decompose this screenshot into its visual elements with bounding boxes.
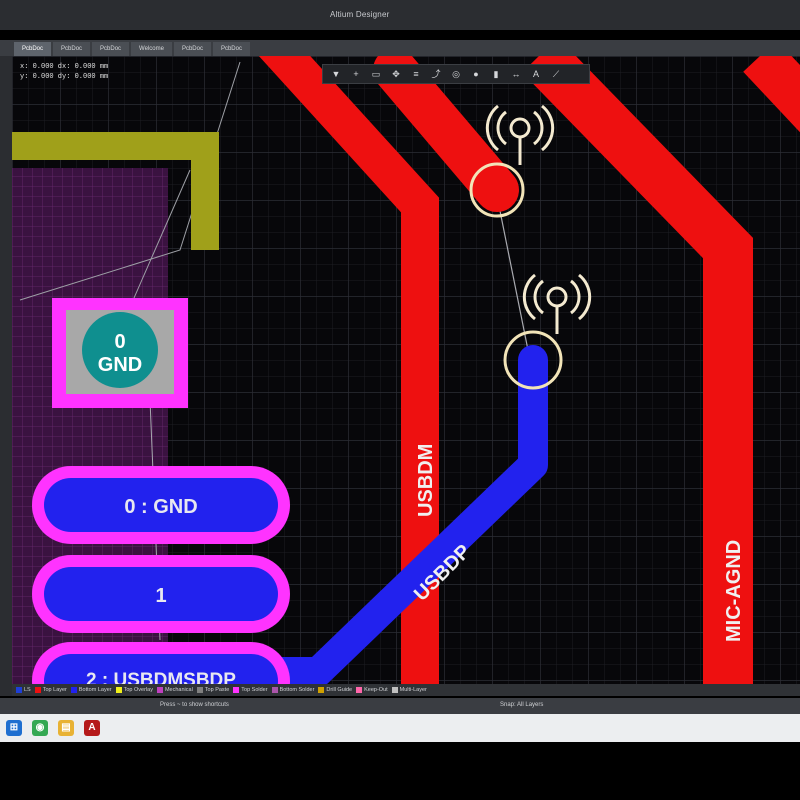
- dimension-icon[interactable]: ↔: [509, 68, 523, 80]
- layer-swatch: [156, 687, 163, 693]
- pcb-editor-screen: Altium Designer PcbDoc PcbDoc PcbDoc Wel…: [0, 0, 800, 800]
- status-text: Press ~ to show shortcuts: [160, 702, 229, 708]
- pad-net-label: GND: [98, 354, 142, 376]
- net-label-mic-agnd: MIC-AGND: [723, 540, 745, 642]
- layer-tab[interactable]: LS: [16, 687, 31, 693]
- route-icon[interactable]: ⤴: [429, 68, 443, 80]
- active-bar-toolbar: ▼ + ▭ ✥ ≡ ⤴ ◎ ● ▮ ↔ A ⟋: [322, 64, 590, 84]
- via-icon[interactable]: ◎: [449, 68, 463, 80]
- layer-swatch: [196, 687, 203, 693]
- filter-icon[interactable]: ▼: [329, 68, 343, 80]
- pcb-canvas[interactable]: 0 GND 0 : GND 1 2 : USBDMSBDP USBDM USBD…: [12, 56, 800, 684]
- layer-tab[interactable]: Top Solder: [233, 687, 268, 693]
- title-bar: Altium Designer: [0, 0, 800, 30]
- taskbar: ⊞ ◉ ▤ A: [0, 714, 800, 742]
- status-bar: Press ~ to show shortcuts Snap: All Laye…: [0, 698, 800, 714]
- pad-1-label: 1: [155, 585, 166, 607]
- window-title: Altium Designer: [330, 10, 390, 19]
- align-icon[interactable]: ≡: [409, 68, 423, 80]
- altium-icon[interactable]: A: [84, 720, 100, 736]
- layer-tab[interactable]: Top Overlay: [115, 687, 153, 693]
- status-snap-text: Snap: All Layers: [500, 702, 544, 708]
- layer-tab[interactable]: Multi-Layer: [391, 687, 427, 693]
- layer-swatch: [115, 687, 122, 693]
- layer-tab[interactable]: Top Paste: [196, 687, 229, 693]
- coord-line: x: 0.000 dx: 0.000 mm: [20, 63, 109, 71]
- line-icon[interactable]: ⟋: [549, 68, 563, 80]
- text-icon[interactable]: A: [529, 68, 543, 80]
- layer-swatch: [16, 687, 22, 693]
- move-icon[interactable]: ✥: [389, 68, 403, 80]
- layer-tab[interactable]: Keep-Out: [356, 687, 388, 693]
- layer-tab-bar: LS Top Layer Bottom Layer Top Overlay Me…: [12, 684, 800, 696]
- layer-swatch: [271, 687, 278, 693]
- letterbox-bottom: [0, 742, 800, 800]
- layer-swatch: [356, 687, 363, 693]
- explorer-icon[interactable]: ▤: [58, 720, 74, 736]
- coord-line: y: 0.000 dy: 0.000 mm: [20, 73, 109, 81]
- windows-start-icon[interactable]: ⊞: [6, 720, 22, 736]
- layer-swatch: [34, 687, 41, 693]
- layer-swatch: [233, 687, 240, 693]
- layer-tab[interactable]: Top Layer: [34, 687, 67, 693]
- pad-0-label: 0 : GND: [124, 496, 197, 518]
- layer-swatch: [391, 687, 398, 693]
- chrome-icon[interactable]: ◉: [32, 720, 48, 736]
- left-panel-gutter: [0, 56, 12, 696]
- fill-icon[interactable]: ▮: [489, 68, 503, 80]
- layer-tab[interactable]: Bottom Solder: [271, 687, 314, 693]
- document-tab-bar: PcbDoc PcbDoc PcbDoc Welcome PcbDoc PcbD…: [0, 40, 800, 58]
- layer-swatch: [318, 687, 325, 693]
- layer-tab[interactable]: Drill Guide: [318, 687, 352, 693]
- layer-tab[interactable]: Bottom Layer: [70, 687, 112, 693]
- pcb-drawing[interactable]: 0 GND 0 : GND 1 2 : USBDMSBDP USBDM USBD…: [12, 56, 800, 684]
- coordinate-readout: x: 0.000 dx: 0.000 mm y: 0.000 dy: 0.000…: [20, 62, 108, 82]
- pad-2-label: 2 : USBDMSBDP: [86, 670, 236, 684]
- pad-icon[interactable]: ●: [469, 68, 483, 80]
- layer-tab[interactable]: Mechanical: [156, 687, 193, 693]
- select-rect-icon[interactable]: ▭: [369, 68, 383, 80]
- layer-swatch: [70, 687, 77, 693]
- add-icon[interactable]: +: [349, 68, 363, 80]
- net-label-usbdm: USBDM: [415, 444, 437, 517]
- pad-number: 0: [114, 331, 125, 353]
